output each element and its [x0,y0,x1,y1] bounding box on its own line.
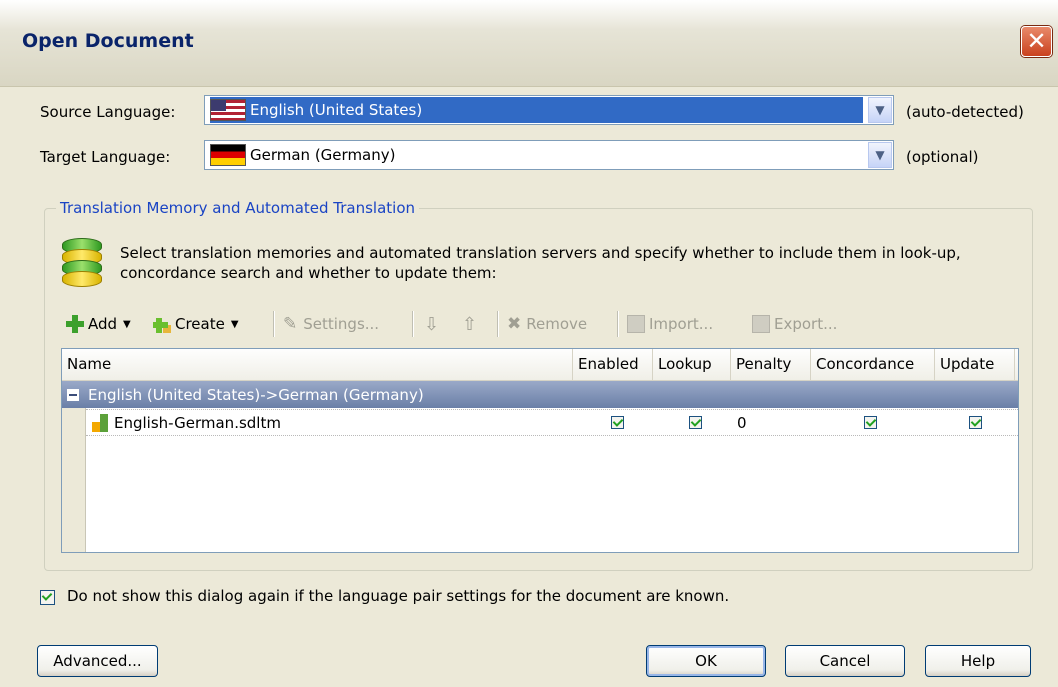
help-button[interactable]: Help [925,645,1031,677]
import-icon [627,315,645,333]
toolbar-separator [497,311,499,337]
window-title: Open Document [22,30,194,52]
settings-button[interactable]: ✎ Settings... [283,311,379,337]
add-icon [66,315,84,333]
settings-label: Settings... [303,315,380,333]
group-row[interactable]: English (United States)->German (Germany… [62,381,1018,408]
tm-description: Select translation memories and automate… [120,244,961,282]
title-bar: Open Document ✕ [0,0,1058,87]
table-row[interactable]: English-German.sdltm 0 [86,409,1018,436]
remove-button[interactable]: ✖ Remove [507,311,587,337]
create-button[interactable]: Create ▼ [153,311,239,337]
arrow-down-icon: ⇩ [424,313,440,335]
tm-group-title: Translation Memory and Automated Transla… [56,199,420,217]
move-up-button[interactable]: ⇧ [462,311,477,337]
create-icon [153,315,171,333]
column-header-penalty[interactable]: Penalty [731,349,811,380]
dropdown-caret-icon: ▼ [123,318,131,330]
export-button[interactable]: Export... [752,311,837,337]
ok-button[interactable]: OK [646,645,766,677]
dropdown-caret-icon: ▼ [230,318,239,330]
move-down-button[interactable]: ⇩ [424,311,439,337]
import-button[interactable]: Import... [627,311,713,337]
column-header-enabled[interactable]: Enabled [573,349,653,380]
export-label: Export... [774,315,838,333]
tm-grid[interactable]: Name Enabled Lookup Penalty Concordance … [61,348,1019,553]
remove-label: Remove [526,315,588,333]
concordance-checkbox[interactable] [864,416,877,429]
source-language-label: Source Language: [40,103,176,121]
target-language-combo[interactable]: German (Germany) ▼ [204,140,894,170]
collapse-icon[interactable] [67,388,79,401]
tm-file-icon [92,413,108,432]
import-label: Import... [649,315,714,333]
export-icon [752,315,770,333]
column-header-lookup[interactable]: Lookup [653,349,731,380]
cancel-button[interactable]: Cancel [785,645,905,677]
group-row-label: English (United States)->German (Germany… [88,385,424,404]
penalty-value[interactable]: 0 [737,414,747,432]
settings-icon: ✎ [283,314,298,334]
chevron-down-icon[interactable]: ▼ [868,97,892,123]
target-language-value: German (Germany) [250,146,396,164]
dont-show-again-label: Do not show this dialog again if the lan… [67,587,730,605]
update-checkbox[interactable] [969,416,982,429]
toolbar-separator [273,311,275,337]
toolbar-separator [617,311,619,337]
source-language-combo[interactable]: English (United States) ▼ [204,95,894,125]
source-language-value: English (United States) [250,101,423,119]
database-icon [62,238,102,288]
column-header-concordance[interactable]: Concordance [811,349,935,380]
add-button[interactable]: Add ▼ [66,311,131,337]
column-header-update[interactable]: Update [935,349,1015,380]
row-gutter [62,408,86,552]
us-flag-icon [210,99,246,121]
source-note: (auto-detected) [906,103,1024,121]
grid-header: Name Enabled Lookup Penalty Concordance … [62,349,1018,381]
arrow-up-icon: ⇧ [462,313,478,335]
create-label: Create [175,315,225,333]
tm-file-name: English-German.sdltm [114,413,281,432]
close-icon: ✕ [1026,27,1047,55]
close-button[interactable]: ✕ [1021,26,1052,57]
toolbar-separator [412,311,414,337]
lookup-checkbox[interactable] [689,416,702,429]
advanced-button[interactable]: Advanced... [37,645,158,677]
dont-show-again-checkbox[interactable] [40,590,55,605]
target-language-label: Target Language: [40,148,171,166]
remove-icon: ✖ [507,314,522,334]
target-note: (optional) [906,148,979,166]
de-flag-icon [210,144,246,166]
add-label: Add [88,315,118,333]
column-header-name[interactable]: Name [62,349,573,380]
chevron-down-icon[interactable]: ▼ [868,142,892,168]
enabled-checkbox[interactable] [611,416,624,429]
